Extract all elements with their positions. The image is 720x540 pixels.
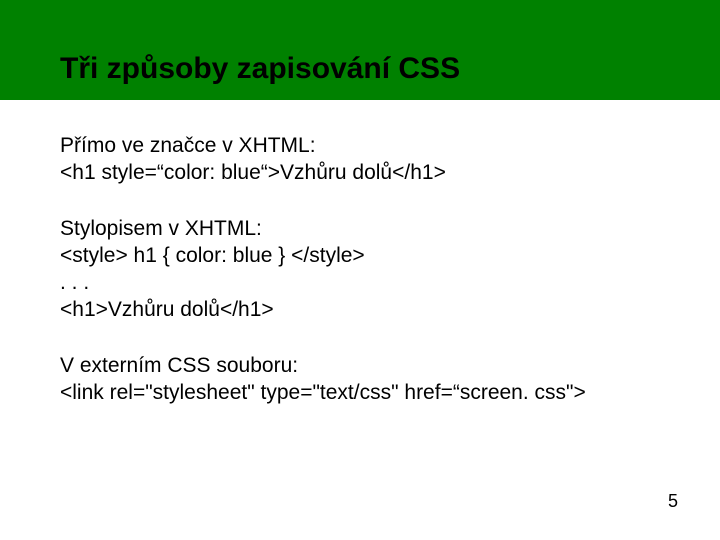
page-number: 5 (668, 491, 678, 512)
section-inline: Přímo ve značce v XHTML: <h1 style=“colo… (60, 132, 660, 187)
text-line: <link rel="stylesheet" type="text/css" h… (60, 379, 660, 406)
text-line: <h1>Vzhůru dolů</h1> (60, 296, 660, 323)
slide-title: Tři způsoby zapisování CSS (60, 52, 460, 86)
section-style-block: Stylopisem v XHTML: <style> h1 { color: … (60, 215, 660, 324)
slide-body: Přímo ve značce v XHTML: <h1 style=“colo… (0, 100, 720, 406)
text-line: V externím CSS souboru: (60, 352, 660, 379)
text-line: Přímo ve značce v XHTML: (60, 132, 660, 159)
text-line: . . . (60, 269, 660, 296)
slide-header: Tři způsoby zapisování CSS (0, 0, 720, 100)
slide: Tři způsoby zapisování CSS Přímo ve znač… (0, 0, 720, 540)
text-line: <style> h1 { color: blue } </style> (60, 242, 660, 269)
text-line: <h1 style=“color: blue“>Vzhůru dolů</h1> (60, 159, 660, 186)
section-external: V externím CSS souboru: <link rel="style… (60, 352, 660, 407)
text-line: Stylopisem v XHTML: (60, 215, 660, 242)
